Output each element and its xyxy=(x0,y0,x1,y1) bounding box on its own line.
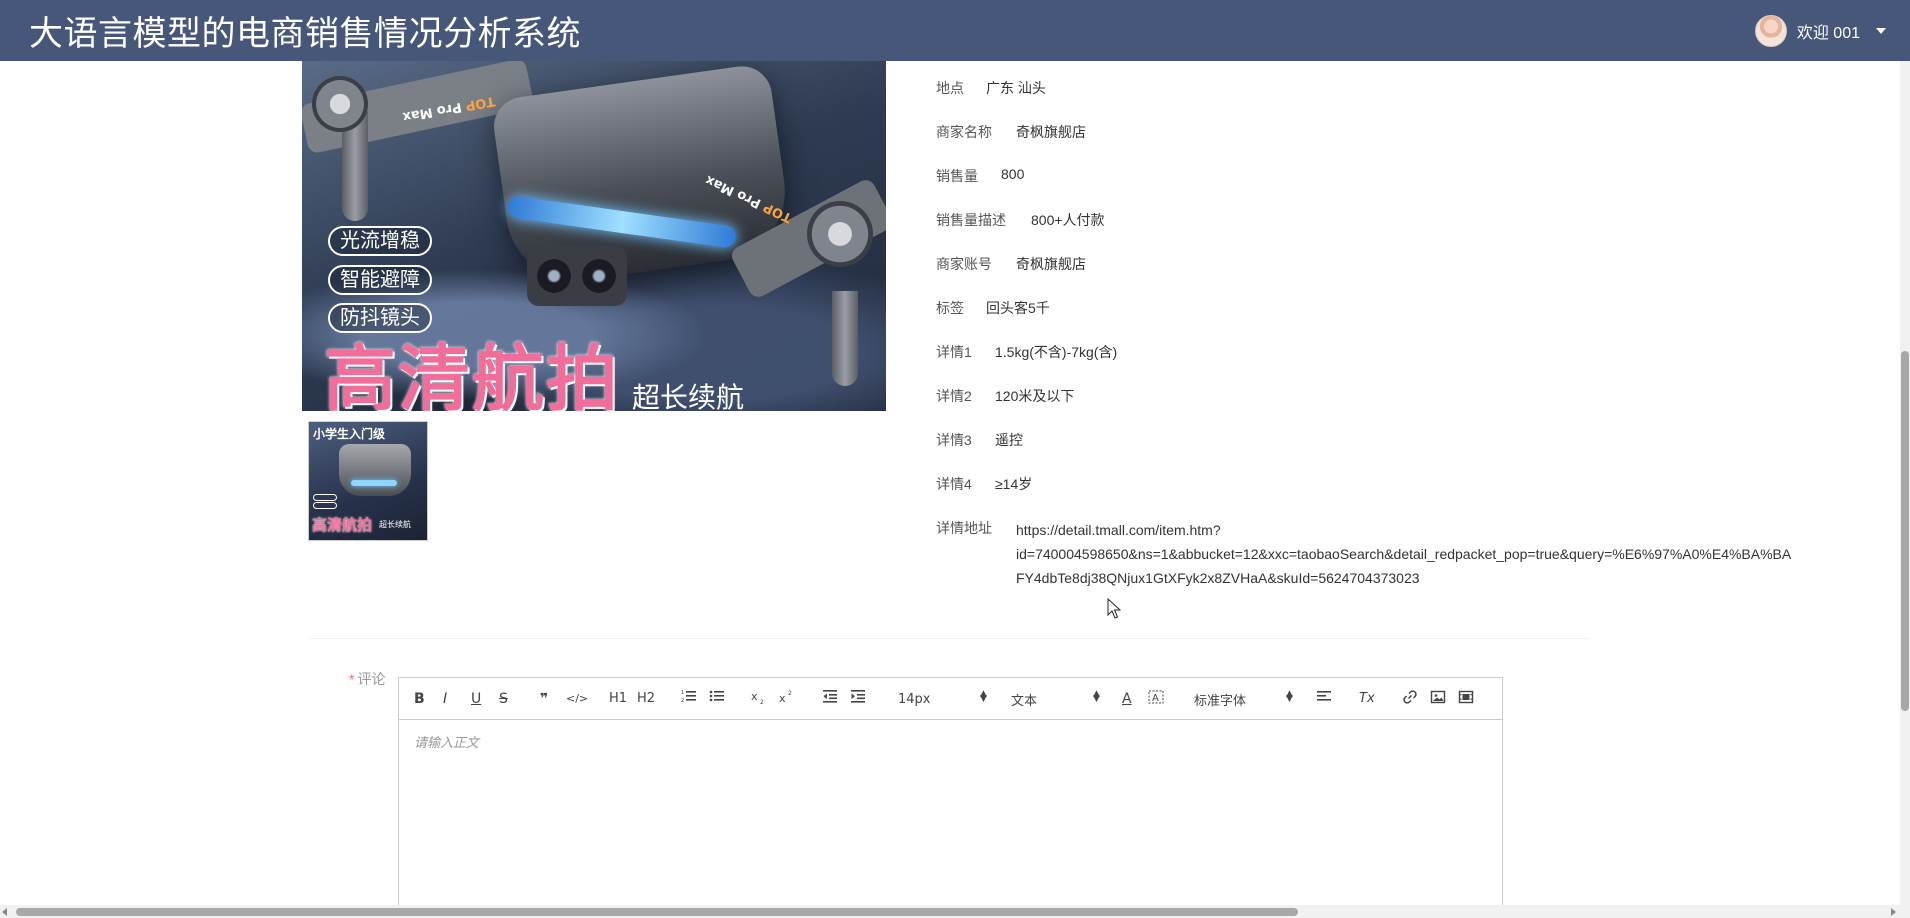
strike-button[interactable]: S xyxy=(499,689,508,709)
font-family-select[interactable]: 标准字体 ▲ ▼ xyxy=(1194,689,1294,709)
editor-toolbar: B I U S ❞ </> H1 H2 12 x2 x2 14px ▲▼ 文本 xyxy=(399,678,1502,720)
detail-2: 详情2 120米及以下 xyxy=(936,388,1075,404)
detail-url: 详情地址 https://detail.tmall.com/item.htm? … xyxy=(936,518,1910,590)
scroll-right-arrow-icon[interactable] xyxy=(1891,908,1896,916)
select-arrows-icon: ▲ ▼ xyxy=(1286,689,1293,704)
image-headline: 高清航拍 xyxy=(324,340,621,411)
detail-tag: 标签 回头客5千 xyxy=(936,300,1050,316)
detail-location: 地点 广东 汕头 xyxy=(936,80,1046,96)
font-color-button[interactable]: A xyxy=(1122,689,1132,709)
detail-url-value: https://detail.tmall.com/item.htm? id=74… xyxy=(1016,522,1792,586)
superscript-icon[interactable]: x2 xyxy=(779,689,795,709)
detail-sales-desc: 销售量描述 800+人付款 xyxy=(936,212,1105,228)
camera-lens-icon xyxy=(537,259,571,293)
thumb-drone xyxy=(339,444,411,496)
svg-text:1: 1 xyxy=(681,690,684,696)
feature-pill: 智能避障 xyxy=(328,265,432,295)
horizontal-scrollbar[interactable] xyxy=(0,905,1910,918)
camera-lens-icon xyxy=(582,259,616,293)
detail-shop-account: 商家账号 奇枫旗舰店 xyxy=(936,256,1086,272)
drone-motor-left xyxy=(312,76,368,132)
thumb-headline: 高清航拍 xyxy=(312,517,373,534)
svg-text:A: A xyxy=(1152,693,1159,704)
code-button[interactable]: </> xyxy=(566,689,588,709)
editor-placeholder: 请输入正文 xyxy=(414,735,480,750)
detail-1: 详情1 1.5kg(不含)-7kg(含) xyxy=(936,344,1118,360)
subscript-icon[interactable]: x2 xyxy=(751,689,767,709)
vertical-scrollbar[interactable] xyxy=(1900,61,1910,918)
comment-label: * 评论 xyxy=(349,671,386,687)
thumb-feature-pill xyxy=(313,502,337,509)
detail-sales: 销售量 800 xyxy=(936,166,1025,184)
product-thumbnail[interactable]: 小学生入门级 高清航拍 超长续航 xyxy=(308,421,428,541)
bold-button[interactable]: B xyxy=(414,689,425,709)
product-main-image: TOP Pro Max TOP Pro Max 光流增稳 智能避障 防抖镜头 高… xyxy=(302,61,886,411)
align-icon[interactable] xyxy=(1316,689,1332,709)
h1-button[interactable]: H1 xyxy=(609,689,627,709)
section-divider xyxy=(310,638,1590,639)
svg-text:x: x xyxy=(751,690,758,703)
app-title: 大语言模型的电商销售情况分析系统 xyxy=(29,15,581,53)
ordered-list-icon[interactable]: 12 xyxy=(681,689,697,709)
italic-button[interactable]: I xyxy=(443,689,447,709)
link-icon[interactable] xyxy=(1402,689,1418,709)
caret-down-icon[interactable] xyxy=(1876,27,1886,34)
svg-text:2: 2 xyxy=(760,699,764,705)
detail-3: 详情3 遥控 xyxy=(936,432,1023,448)
svg-text:2: 2 xyxy=(681,698,684,703)
feature-pill: 光流增稳 xyxy=(328,226,432,256)
comment-editor-body[interactable]: 请输入正文 xyxy=(399,720,1502,763)
thumb-top-text: 小学生入门级 xyxy=(313,427,386,441)
horizontal-scrollbar-thumb[interactable] xyxy=(16,908,1298,916)
detail-shop-name: 商家名称 奇枫旗舰店 xyxy=(936,124,1086,140)
drone-camera xyxy=(527,246,627,306)
thumb-drone-light xyxy=(351,480,397,486)
drone-leg-right xyxy=(832,291,858,386)
image-subline: 超长续航 xyxy=(632,382,745,411)
block-type-select[interactable]: 文本 ▲ ▼ xyxy=(1011,689,1101,709)
h2-button[interactable]: H2 xyxy=(637,689,655,709)
clear-format-button[interactable]: Tx xyxy=(1359,689,1375,709)
avatar[interactable] xyxy=(1754,14,1787,47)
underline-button[interactable]: U xyxy=(471,689,481,709)
thumb-feature-pill xyxy=(313,494,337,501)
svg-text:2: 2 xyxy=(788,690,792,697)
select-arrows-icon: ▲ ▼ xyxy=(980,689,987,704)
background-color-icon[interactable]: A xyxy=(1148,689,1164,709)
image-icon[interactable] xyxy=(1430,689,1446,709)
font-size-select[interactable]: 14px ▲ ▼ xyxy=(898,689,988,709)
vertical-scrollbar-thumb[interactable] xyxy=(1901,351,1909,711)
select-arrows-icon: ▲ ▼ xyxy=(1093,689,1100,704)
scroll-left-arrow-icon[interactable] xyxy=(2,908,7,916)
video-icon[interactable] xyxy=(1458,689,1474,709)
svg-text:x: x xyxy=(779,692,786,705)
required-mark: * xyxy=(349,671,355,687)
top-bar: 大语言模型的电商销售情况分析系统 欢迎 001 xyxy=(0,0,1910,61)
drone-motor-right xyxy=(807,201,873,267)
feature-pill: 防抖镜头 xyxy=(328,303,432,333)
welcome-text[interactable]: 欢迎 001 xyxy=(1797,19,1860,43)
mouse-cursor-icon xyxy=(1107,598,1121,619)
user-menu[interactable]: 欢迎 001 xyxy=(1754,14,1886,47)
comment-editor[interactable]: B I U S ❞ </> H1 H2 12 x2 x2 14px ▲▼ 文本 xyxy=(398,677,1503,918)
indent-icon[interactable] xyxy=(850,689,866,709)
thumb-subline: 超长续航 xyxy=(379,520,411,529)
bullet-list-icon[interactable] xyxy=(709,689,725,709)
detail-4: 详情4 ≥14岁 xyxy=(936,476,1033,492)
outdent-icon[interactable] xyxy=(822,689,838,709)
blockquote-button[interactable]: ❞ xyxy=(540,689,548,709)
